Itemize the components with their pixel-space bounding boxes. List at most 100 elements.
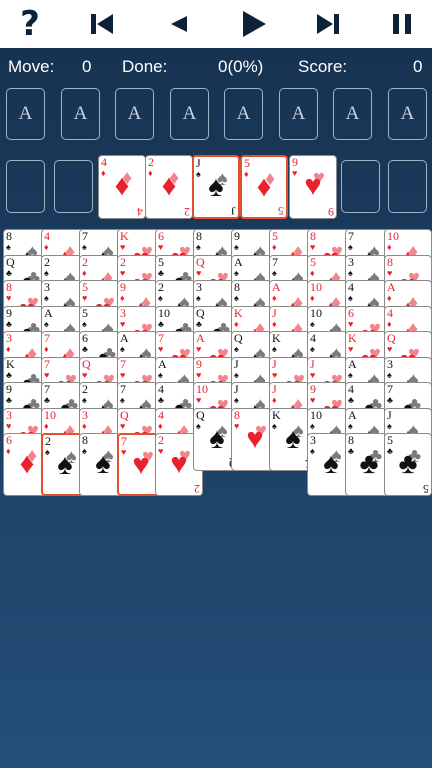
card-rank: J bbox=[272, 305, 277, 320]
card-5-of-clubs[interactable]: 5♣♣♣5 bbox=[384, 433, 432, 496]
skip-to-start-icon bbox=[91, 14, 113, 34]
card-rank: A bbox=[234, 254, 243, 269]
heart-large-icon: ♥ bbox=[304, 170, 322, 202]
card-rank: 4 bbox=[158, 407, 164, 422]
foundation-slot[interactable]: A bbox=[6, 88, 45, 140]
card-rank: 6 bbox=[348, 305, 354, 320]
card-rank: Q bbox=[82, 356, 91, 371]
card-rank: 9 bbox=[6, 305, 12, 320]
card-rank: 7 bbox=[120, 356, 126, 371]
card-rank: 8 bbox=[387, 254, 393, 269]
help-icon: ? bbox=[20, 4, 40, 44]
foundation-slot[interactable]: A bbox=[279, 88, 318, 140]
status-bar: Move: 0 Done: 0(0%) Score: 0 bbox=[0, 54, 432, 82]
card-rank-bottom: 5 bbox=[278, 204, 284, 218]
free-cell-empty[interactable] bbox=[388, 160, 427, 213]
free-cell-empty[interactable] bbox=[54, 160, 93, 213]
free-cell-empty[interactable] bbox=[341, 160, 380, 213]
foundation-slot[interactable]: A bbox=[333, 88, 372, 140]
card-rank-bottom: 9 bbox=[328, 205, 334, 219]
done-label: Done: bbox=[122, 57, 168, 76]
card-rank: 3 bbox=[120, 305, 126, 320]
card-rank: 10 bbox=[310, 407, 322, 422]
diamond-large-icon: ♦ bbox=[256, 171, 272, 203]
diamond-large-icon: ♦ bbox=[114, 170, 130, 202]
score-label: Score: bbox=[298, 57, 348, 76]
card-4-of-diamonds[interactable]: 4♦♦♦4 bbox=[98, 155, 146, 219]
card-rank: 3 bbox=[82, 407, 88, 422]
card-rank: 10 bbox=[158, 305, 170, 320]
card-rank-bottom: 2 bbox=[194, 482, 200, 496]
card-rank: Q bbox=[196, 254, 205, 269]
card-rank-bottom: 5 bbox=[423, 482, 429, 496]
card-rank: 9 bbox=[196, 356, 202, 371]
skip-to-start-button[interactable] bbox=[72, 0, 132, 48]
card-rank: Q bbox=[6, 254, 15, 269]
foundation-ace-label: A bbox=[345, 103, 360, 124]
card-J-of-spades[interactable]: J♠♠♠J bbox=[192, 155, 240, 219]
card-rank: 3 bbox=[348, 254, 354, 269]
foundation-ace-label: A bbox=[127, 103, 142, 124]
foundation-ace-label: A bbox=[236, 103, 251, 124]
card-rank: 5 bbox=[158, 254, 164, 269]
diamond-large-icon: ♦ bbox=[161, 170, 177, 202]
card-rank: 8 bbox=[234, 407, 240, 422]
step-back-icon bbox=[171, 16, 187, 32]
spade-large-icon: ♠ bbox=[208, 171, 224, 203]
help-button[interactable]: ? bbox=[0, 0, 60, 48]
card-rank: J bbox=[310, 356, 315, 371]
foundation-ace-label: A bbox=[18, 103, 33, 124]
card-9-of-hearts[interactable]: 9♥♥♥9 bbox=[289, 155, 337, 219]
card-rank-bottom: 4 bbox=[137, 205, 143, 219]
play-icon bbox=[243, 11, 266, 37]
free-cell-empty[interactable] bbox=[6, 160, 45, 213]
card-rank: J bbox=[234, 356, 239, 371]
foundation-slot[interactable]: A bbox=[170, 88, 209, 140]
foundation-slot[interactable]: A bbox=[115, 88, 154, 140]
pause-button[interactable] bbox=[372, 0, 432, 48]
foundation-ace-label: A bbox=[400, 103, 415, 124]
play-button[interactable] bbox=[224, 0, 284, 48]
card-rank: 2 bbox=[120, 254, 126, 269]
move-value: 0 bbox=[82, 57, 92, 76]
card-rank: 4 bbox=[387, 305, 393, 320]
skip-to-end-icon bbox=[317, 14, 339, 34]
card-rank: 7 bbox=[44, 356, 50, 371]
card-2-of-diamonds[interactable]: 2♦♦♦2 bbox=[145, 155, 193, 219]
card-rank: Q bbox=[196, 407, 205, 422]
card-rank: K bbox=[234, 305, 243, 320]
card-rank: 2 bbox=[82, 254, 88, 269]
foundation-ace-label: A bbox=[182, 103, 197, 124]
done-value: 0(0%) bbox=[218, 57, 264, 76]
card-rank: Q bbox=[196, 305, 205, 320]
score-value: 0 bbox=[413, 57, 423, 76]
card-rank: 2 bbox=[44, 254, 50, 269]
card-5-of-diamonds[interactable]: 5♦♦♦5 bbox=[240, 155, 288, 219]
card-rank: A bbox=[44, 305, 53, 320]
card-rank: J bbox=[387, 407, 392, 422]
card-rank: 3 bbox=[6, 407, 12, 422]
card-rank: A bbox=[348, 407, 357, 422]
card-rank: 3 bbox=[387, 356, 393, 371]
card-rank: 5 bbox=[82, 305, 88, 320]
foundation-ace-label: A bbox=[291, 103, 306, 124]
toolbar: ? bbox=[0, 0, 432, 48]
pause-icon bbox=[393, 14, 411, 34]
card-rank-bottom: 2 bbox=[184, 205, 190, 219]
card-rank: 5 bbox=[310, 254, 316, 269]
card-rank: 10 bbox=[44, 407, 56, 422]
card-rank: K bbox=[272, 407, 281, 422]
card-rank-bottom: J bbox=[231, 204, 236, 218]
foundation-slot[interactable]: A bbox=[388, 88, 427, 140]
foundation-slot[interactable]: A bbox=[224, 88, 263, 140]
skip-to-end-button[interactable] bbox=[298, 0, 358, 48]
card-rank: J bbox=[272, 356, 277, 371]
card-rank: Q bbox=[120, 407, 129, 422]
foundation-slot[interactable]: A bbox=[61, 88, 100, 140]
step-back-button[interactable] bbox=[148, 0, 208, 48]
card-rank: 7 bbox=[272, 254, 278, 269]
club-large-icon: ♣ bbox=[398, 448, 418, 480]
foundation-ace-label: A bbox=[73, 103, 88, 124]
card-rank: K bbox=[6, 356, 15, 371]
card-rank: A bbox=[158, 356, 167, 371]
